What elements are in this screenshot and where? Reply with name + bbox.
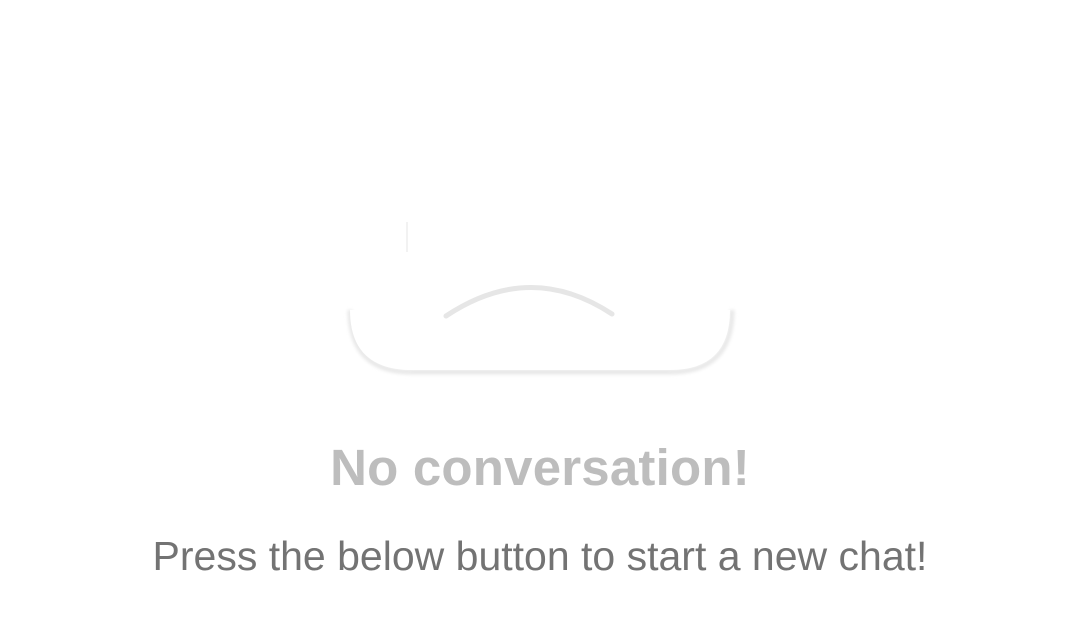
empty-conversation-state: No conversation! Press the below button … [0, 0, 1080, 630]
empty-chat-cloud-icon [347, 222, 735, 375]
empty-state-subtitle: Press the below button to start a new ch… [152, 533, 928, 579]
empty-state-title: No conversation! [330, 439, 750, 496]
